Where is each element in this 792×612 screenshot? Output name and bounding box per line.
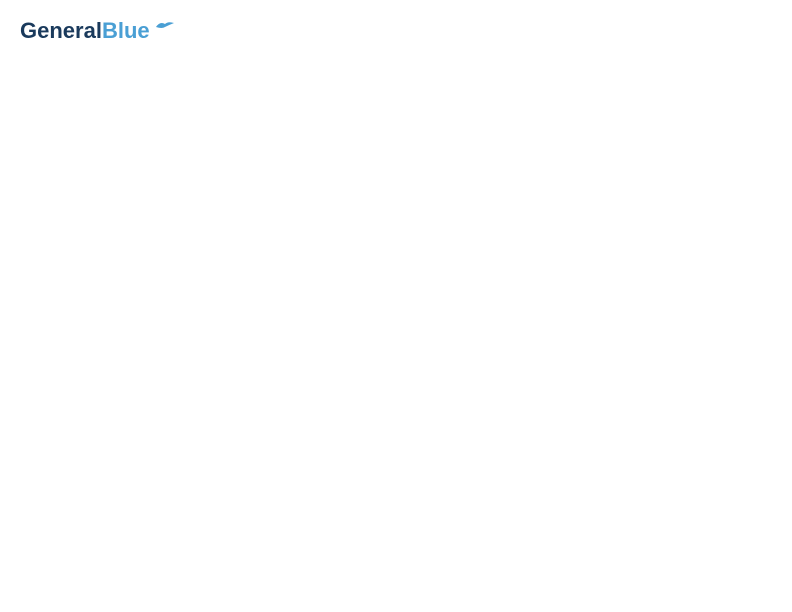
logo: GeneralBlue xyxy=(20,20,176,42)
logo-text: GeneralBlue xyxy=(20,20,150,42)
page-header: GeneralBlue xyxy=(20,20,772,42)
logo-bird-icon xyxy=(154,19,176,35)
